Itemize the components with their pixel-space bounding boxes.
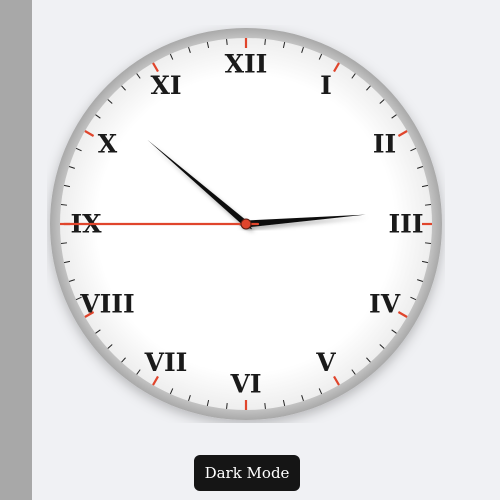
numeral-vi: VI (229, 370, 261, 399)
dark-mode-button[interactable]: Dark Mode (194, 455, 300, 491)
minute-tick (226, 38, 228, 46)
numeral-vii: VII (144, 348, 188, 377)
center-cap (240, 218, 252, 230)
minute-tick (264, 38, 266, 46)
minute-tick (60, 242, 68, 244)
numeral-i: I (320, 71, 332, 100)
minute-tick (424, 204, 432, 206)
numeral-iv: IV (369, 290, 401, 319)
minute-tick (424, 242, 432, 244)
numeral-v: V (315, 348, 336, 377)
analog-clock: XII I II III IV V VI VII VIII IX X XI (47, 25, 445, 423)
numeral-iii: III (388, 210, 423, 239)
numeral-viii: VIII (79, 290, 134, 319)
minute-tick (264, 402, 266, 410)
numeral-xi: XI (150, 71, 181, 100)
sidebar-strip (0, 0, 32, 500)
numeral-x: X (98, 130, 118, 159)
numeral-xii: XII (225, 50, 268, 79)
minute-tick (60, 204, 68, 206)
clock-svg: XIIIIIIIIIVVVIVIIVIIIIXXXI (50, 28, 442, 420)
minute-tick (226, 402, 228, 410)
numeral-ii: II (373, 130, 396, 159)
